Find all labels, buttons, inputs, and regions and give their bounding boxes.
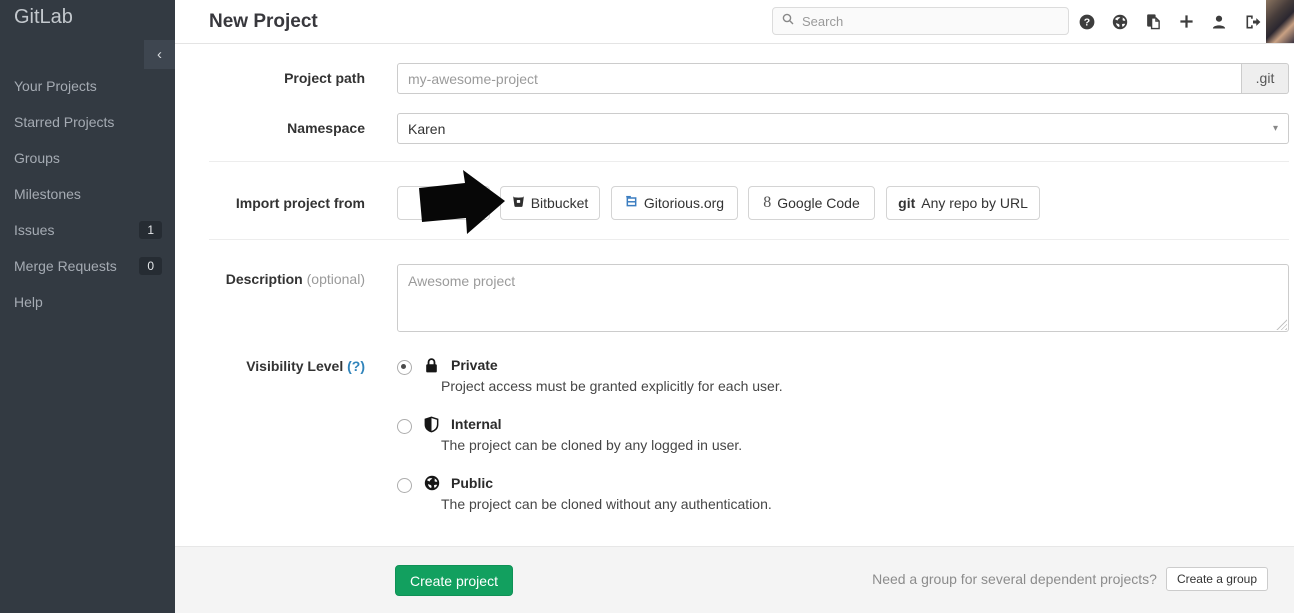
copy-snippets-icon[interactable] [1145, 13, 1162, 30]
import-button-gitorious[interactable]: Gitorious.org [611, 186, 738, 220]
form-actions-footer: Create project Need a group for several … [175, 546, 1294, 613]
google-code-icon: 8 [763, 194, 771, 212]
project-path-group: .git [397, 63, 1289, 94]
lock-icon [424, 357, 439, 374]
octocat-icon [433, 194, 448, 212]
project-path-label: Project path [175, 63, 365, 94]
sidebar-collapse-button[interactable]: ‹ [144, 40, 175, 69]
globe-icon [424, 475, 440, 491]
bitbucket-bucket-icon [512, 195, 525, 211]
namespace-select[interactable]: Karen ▾ [397, 113, 1289, 144]
sidebar-item-help[interactable]: Help [0, 284, 175, 320]
create-group-button[interactable]: Create a group [1166, 567, 1268, 591]
import-button-any-repo[interactable]: git Any repo by URL [886, 186, 1040, 220]
new-project-plus-icon[interactable] [1179, 14, 1194, 29]
import-from-label: Import project from [175, 186, 365, 220]
git-logo-icon: git [898, 195, 915, 211]
git-suffix-addon: .git [1242, 63, 1289, 94]
visibility-help-link[interactable]: (?) [347, 358, 365, 374]
explore-globe-icon[interactable] [1112, 14, 1128, 30]
new-project-form: Project path .git Namespace Karen ▾ Impo… [175, 44, 1294, 613]
help-icon[interactable]: ? [1079, 14, 1095, 30]
sidebar-item-your-projects[interactable]: Your Projects [0, 68, 175, 104]
sidebar: GitLab ‹ Your Projects Starred Projects … [0, 0, 175, 613]
group-hint-text: Need a group for several dependent proje… [872, 571, 1157, 587]
chevron-left-icon: ‹ [157, 46, 162, 63]
divider [209, 161, 1289, 162]
merge-requests-count-badge: 0 [139, 257, 162, 275]
description-label: Description (optional) [175, 264, 365, 295]
search-icon [782, 12, 794, 30]
user-avatar[interactable] [1266, 0, 1294, 43]
visibility-option-internal: Internal The project can be cloned by an… [397, 415, 1117, 454]
divider [209, 239, 1289, 240]
radio-public[interactable] [397, 478, 412, 493]
search-box [772, 7, 1069, 35]
import-buttons-row: Bitbucket Gitorious.org 8 Google Code gi… [397, 186, 1040, 220]
sidebar-item-merge-requests[interactable]: Merge Requests 0 [0, 248, 175, 284]
header-icons: ? [1079, 0, 1261, 43]
sidebar-nav: Your Projects Starred Projects Groups Mi… [0, 68, 175, 320]
description-textarea[interactable] [397, 264, 1289, 332]
sidebar-item-starred-projects[interactable]: Starred Projects [0, 104, 175, 140]
sign-out-icon[interactable] [1244, 14, 1261, 30]
top-header: New Project ? [175, 0, 1294, 44]
visibility-option-public: Public The project can be cloned without… [397, 474, 1117, 513]
import-button-github[interactable] [397, 186, 490, 220]
namespace-label: Namespace [175, 113, 365, 144]
shield-icon [424, 416, 439, 433]
gitlab-logo: GitLab [14, 6, 73, 29]
radio-private[interactable] [397, 360, 412, 375]
group-hint-area: Need a group for several dependent proje… [872, 567, 1268, 591]
visibility-option-private: Private Project access must be granted e… [397, 356, 1117, 395]
profile-user-icon[interactable] [1211, 14, 1227, 30]
chevron-down-icon: ▾ [1273, 123, 1278, 134]
import-button-google-code[interactable]: 8 Google Code [748, 186, 875, 220]
page-title: New Project [209, 0, 318, 43]
visibility-level-label: Visibility Level (?) [175, 356, 365, 376]
sidebar-item-milestones[interactable]: Milestones [0, 176, 175, 212]
project-path-input[interactable] [397, 63, 1242, 94]
search-input[interactable] [800, 13, 1059, 30]
svg-text:?: ? [1084, 16, 1090, 28]
radio-internal[interactable] [397, 419, 412, 434]
optional-hint: (optional) [307, 271, 365, 287]
gitorious-icon [625, 195, 638, 211]
namespace-selected-value: Karen [408, 121, 445, 137]
gitlab-new-project-page: GitLab ‹ Your Projects Starred Projects … [0, 0, 1294, 613]
import-button-bitbucket[interactable]: Bitbucket [500, 186, 600, 220]
sidebar-item-groups[interactable]: Groups [0, 140, 175, 176]
issues-count-badge: 1 [139, 221, 162, 239]
sidebar-item-issues[interactable]: Issues 1 [0, 212, 175, 248]
create-project-button[interactable]: Create project [395, 565, 513, 596]
